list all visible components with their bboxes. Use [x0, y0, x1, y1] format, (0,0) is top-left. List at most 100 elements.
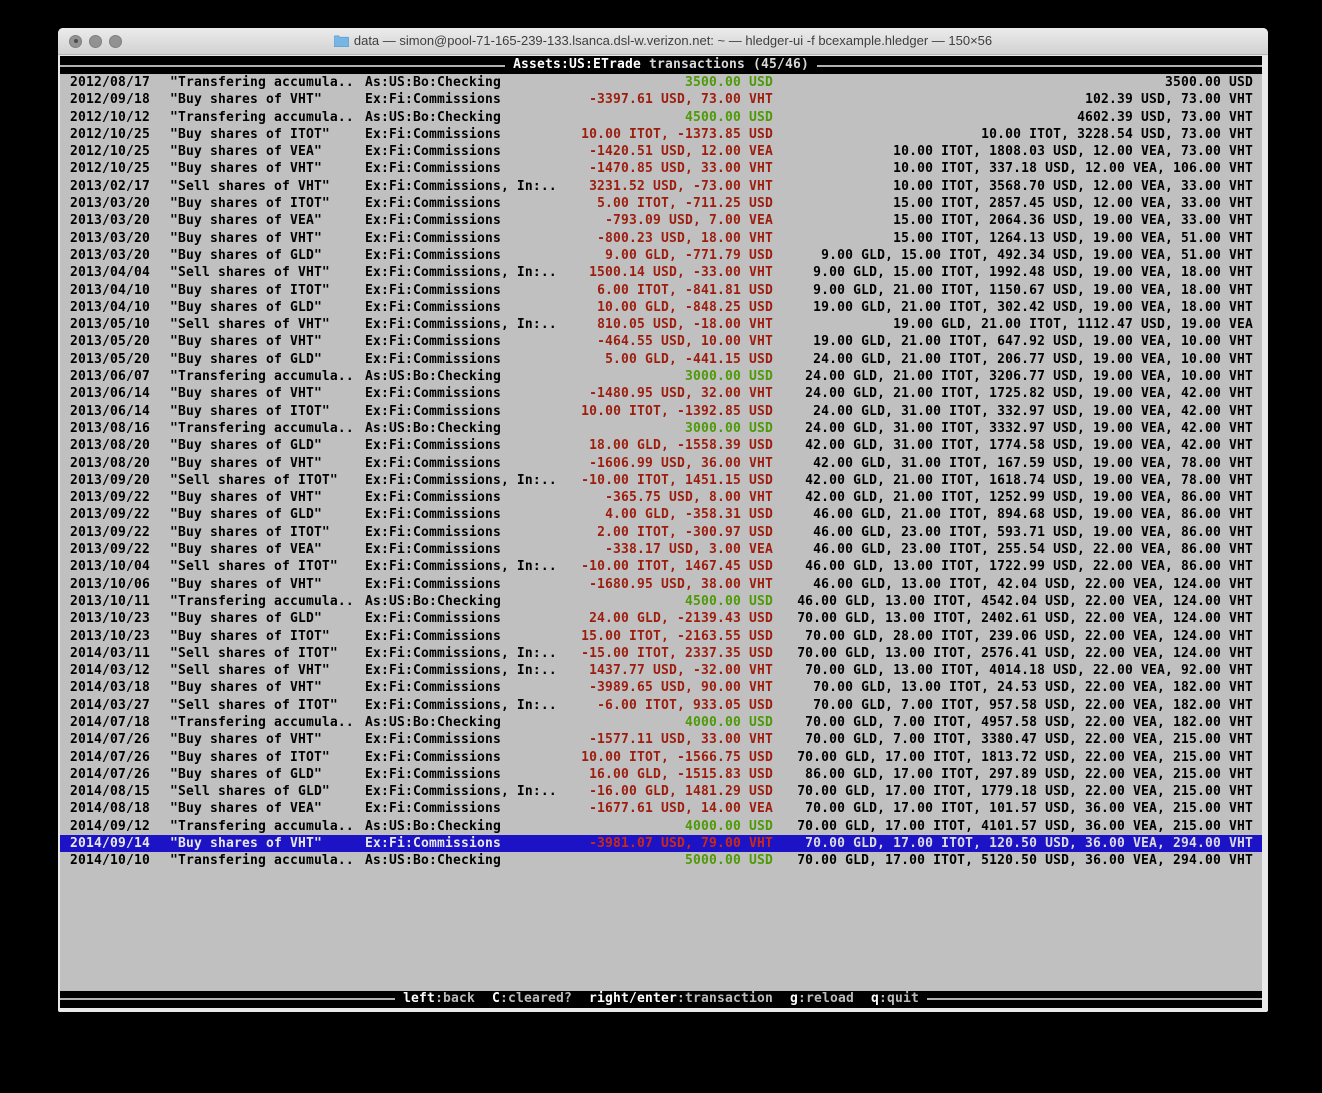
register-body[interactable]: 2012/08/17 "Transfering accumula.. As:US… — [60, 74, 1262, 991]
transaction-row[interactable]: 2013/10/06 "Buy shares of VHT" Ex:Fi:Com… — [60, 576, 1262, 593]
transaction-row[interactable]: 2014/03/11 "Sell shares of ITOT" Ex:Fi:C… — [60, 645, 1262, 662]
transaction-row[interactable]: 2013/08/20 "Buy shares of GLD" Ex:Fi:Com… — [60, 437, 1262, 454]
transaction-row[interactable]: 2013/09/22 "Buy shares of VEA" Ex:Fi:Com… — [60, 541, 1262, 558]
register-title: Assets:US:ETrade transactions (45/46) — [505, 56, 817, 74]
transaction-row[interactable]: 2013/03/20 "Buy shares of VEA" Ex:Fi:Com… — [60, 212, 1262, 229]
row-balance: 46.00 GLD, 21.00 ITOT, 894.68 USD, 19.00… — [813, 506, 1253, 523]
transaction-row[interactable]: 2014/07/26 "Buy shares of VHT" Ex:Fi:Com… — [60, 731, 1262, 748]
transaction-row[interactable]: 2013/04/10 "Buy shares of GLD" Ex:Fi:Com… — [60, 299, 1262, 316]
transaction-row[interactable]: 2013/09/22 "Buy shares of GLD" Ex:Fi:Com… — [60, 506, 1262, 523]
transaction-row[interactable]: 2013/04/04 "Sell shares of VHT" Ex:Fi:Co… — [60, 264, 1262, 281]
transaction-row[interactable]: 2012/10/12 "Transfering accumula.. As:US… — [60, 109, 1262, 126]
transaction-row[interactable]: 2013/06/14 "Buy shares of VHT" Ex:Fi:Com… — [60, 385, 1262, 402]
transaction-row[interactable]: 2012/10/25 "Buy shares of ITOT" Ex:Fi:Co… — [60, 126, 1262, 143]
transaction-row[interactable]: 2014/03/12 "Sell shares of VHT" Ex:Fi:Co… — [60, 662, 1262, 679]
row-change: 1437.77 USD, -32.00 VHT — [589, 662, 773, 679]
transaction-row[interactable]: 2012/10/25 "Buy shares of VHT" Ex:Fi:Com… — [60, 160, 1262, 177]
transaction-row[interactable]: 2013/05/10 "Sell shares of VHT" Ex:Fi:Co… — [60, 316, 1262, 333]
transaction-row[interactable]: 2014/07/26 "Buy shares of ITOT" Ex:Fi:Co… — [60, 749, 1262, 766]
row-change: 3500.00 USD — [685, 74, 773, 91]
row-balance: 70.00 GLD, 17.00 ITOT, 4101.57 USD, 36.0… — [797, 818, 1253, 835]
row-accounts: Ex:Fi:Commissions, In:.. — [365, 783, 557, 800]
row-balance: 24.00 GLD, 31.00 ITOT, 3332.97 USD, 19.0… — [805, 420, 1253, 437]
footer-border-line-left — [60, 991, 395, 1008]
row-date: 2013/08/20 — [70, 437, 150, 454]
row-accounts: Ex:Fi:Commissions — [365, 506, 501, 523]
transaction-row[interactable]: 2013/03/20 "Buy shares of VHT" Ex:Fi:Com… — [60, 230, 1262, 247]
row-description: "Transfering accumula.. — [170, 593, 354, 610]
row-change: 3000.00 USD — [685, 368, 773, 385]
row-change: 810.05 USD, -18.00 VHT — [597, 316, 773, 333]
transaction-row[interactable]: 2013/10/04 "Sell shares of ITOT" Ex:Fi:C… — [60, 558, 1262, 575]
transaction-row[interactable]: 2013/06/07 "Transfering accumula.. As:US… — [60, 368, 1262, 385]
row-description: "Sell shares of ITOT" — [170, 697, 338, 714]
screen: { "colors":{"terminal_bg":"#c0c0c0","amo… — [0, 0, 1322, 1093]
row-date: 2012/09/18 — [70, 91, 150, 108]
transaction-row[interactable]: 2013/09/20 "Sell shares of ITOT" Ex:Fi:C… — [60, 472, 1262, 489]
row-description: "Transfering accumula.. — [170, 714, 354, 731]
transaction-row[interactable]: 2014/09/14 "Buy shares of VHT" Ex:Fi:Com… — [60, 835, 1262, 852]
transaction-row[interactable]: 2013/10/11 "Transfering accumula.. As:US… — [60, 593, 1262, 610]
hint-quit: q:quit — [871, 991, 919, 1006]
transaction-row[interactable]: 2013/06/14 "Buy shares of ITOT" Ex:Fi:Co… — [60, 403, 1262, 420]
row-balance: 70.00 GLD, 13.00 ITOT, 24.53 USD, 22.00 … — [813, 679, 1253, 696]
row-accounts: Ex:Fi:Commissions — [365, 610, 501, 627]
transaction-row[interactable]: 2013/02/17 "Sell shares of VHT" Ex:Fi:Co… — [60, 178, 1262, 195]
hint-back: left:back — [403, 991, 475, 1006]
row-accounts: Ex:Fi:Commissions — [365, 91, 501, 108]
transaction-row[interactable]: 2013/10/23 "Buy shares of ITOT" Ex:Fi:Co… — [60, 628, 1262, 645]
transaction-row[interactable]: 2013/04/10 "Buy shares of ITOT" Ex:Fi:Co… — [60, 282, 1262, 299]
transaction-row[interactable]: 2014/10/10 "Transfering accumula.. As:US… — [60, 852, 1262, 869]
window-title: data — simon@pool-71-165-239-133.lsanca.… — [58, 33, 1268, 50]
row-date: 2013/08/20 — [70, 455, 150, 472]
row-change: 1500.14 USD, -33.00 VHT — [589, 264, 773, 281]
transaction-row[interactable]: 2012/08/17 "Transfering accumula.. As:US… — [60, 74, 1262, 91]
row-balance: 46.00 GLD, 13.00 ITOT, 4542.04 USD, 22.0… — [797, 593, 1253, 610]
row-change: 3231.52 USD, -73.00 VHT — [589, 178, 773, 195]
row-accounts: Ex:Fi:Commissions — [365, 385, 501, 402]
row-description: "Buy shares of VHT" — [170, 385, 322, 402]
transaction-row[interactable]: 2014/09/12 "Transfering accumula.. As:US… — [60, 818, 1262, 835]
transaction-row[interactable]: 2013/05/20 "Buy shares of VHT" Ex:Fi:Com… — [60, 333, 1262, 350]
transaction-row[interactable]: 2013/09/22 "Buy shares of VHT" Ex:Fi:Com… — [60, 489, 1262, 506]
row-accounts: Ex:Fi:Commissions — [365, 766, 501, 783]
row-balance: 10.00 ITOT, 337.18 USD, 12.00 VEA, 106.0… — [893, 160, 1253, 177]
row-date: 2014/03/12 — [70, 662, 150, 679]
row-date: 2012/10/25 — [70, 126, 150, 143]
row-date: 2014/09/12 — [70, 818, 150, 835]
row-accounts: As:US:Bo:Checking — [365, 420, 501, 437]
transaction-row[interactable]: 2013/03/20 "Buy shares of ITOT" Ex:Fi:Co… — [60, 195, 1262, 212]
row-balance: 46.00 GLD, 23.00 ITOT, 255.54 USD, 22.00… — [813, 541, 1253, 558]
folder-icon — [334, 35, 349, 50]
row-description: "Buy shares of VHT" — [170, 489, 322, 506]
row-accounts: Ex:Fi:Commissions, In:.. — [365, 178, 557, 195]
register-account-name: Assets:US:ETrade — [513, 57, 641, 72]
transaction-row[interactable]: 2013/08/20 "Buy shares of VHT" Ex:Fi:Com… — [60, 455, 1262, 472]
transaction-row[interactable]: 2013/09/22 "Buy shares of ITOT" Ex:Fi:Co… — [60, 524, 1262, 541]
row-balance: 70.00 GLD, 7.00 ITOT, 4957.58 USD, 22.00… — [805, 714, 1253, 731]
row-date: 2014/03/27 — [70, 697, 150, 714]
transaction-row[interactable]: 2014/03/27 "Sell shares of ITOT" Ex:Fi:C… — [60, 697, 1262, 714]
transaction-row[interactable]: 2013/03/20 "Buy shares of GLD" Ex:Fi:Com… — [60, 247, 1262, 264]
row-date: 2012/10/25 — [70, 143, 150, 160]
transaction-row[interactable]: 2013/08/16 "Transfering accumula.. As:US… — [60, 420, 1262, 437]
transaction-row[interactable]: 2014/03/18 "Buy shares of VHT" Ex:Fi:Com… — [60, 679, 1262, 696]
row-balance: 15.00 ITOT, 1264.13 USD, 19.00 VEA, 51.0… — [893, 230, 1253, 247]
row-date: 2013/10/23 — [70, 628, 150, 645]
row-change: -6.00 ITOT, 933.05 USD — [597, 697, 773, 714]
row-change: -16.00 GLD, 1481.29 USD — [589, 783, 773, 800]
row-date: 2013/10/11 — [70, 593, 150, 610]
transaction-row[interactable]: 2014/08/18 "Buy shares of VEA" Ex:Fi:Com… — [60, 800, 1262, 817]
transaction-row[interactable]: 2012/10/25 "Buy shares of VEA" Ex:Fi:Com… — [60, 143, 1262, 160]
transaction-row[interactable]: 2014/08/15 "Sell shares of GLD" Ex:Fi:Co… — [60, 783, 1262, 800]
transaction-row[interactable]: 2014/07/18 "Transfering accumula.. As:US… — [60, 714, 1262, 731]
transaction-row[interactable]: 2013/10/23 "Buy shares of GLD" Ex:Fi:Com… — [60, 610, 1262, 627]
transaction-row[interactable]: 2013/05/20 "Buy shares of GLD" Ex:Fi:Com… — [60, 351, 1262, 368]
transaction-row[interactable]: 2014/07/26 "Buy shares of GLD" Ex:Fi:Com… — [60, 766, 1262, 783]
row-change: 24.00 GLD, -2139.43 USD — [589, 610, 773, 627]
row-change: 4000.00 USD — [685, 818, 773, 835]
transaction-row[interactable]: 2012/09/18 "Buy shares of VHT" Ex:Fi:Com… — [60, 91, 1262, 108]
row-date: 2014/07/26 — [70, 766, 150, 783]
row-balance: 9.00 GLD, 15.00 ITOT, 1992.48 USD, 19.00… — [813, 264, 1253, 281]
row-change: 5.00 ITOT, -711.25 USD — [597, 195, 773, 212]
